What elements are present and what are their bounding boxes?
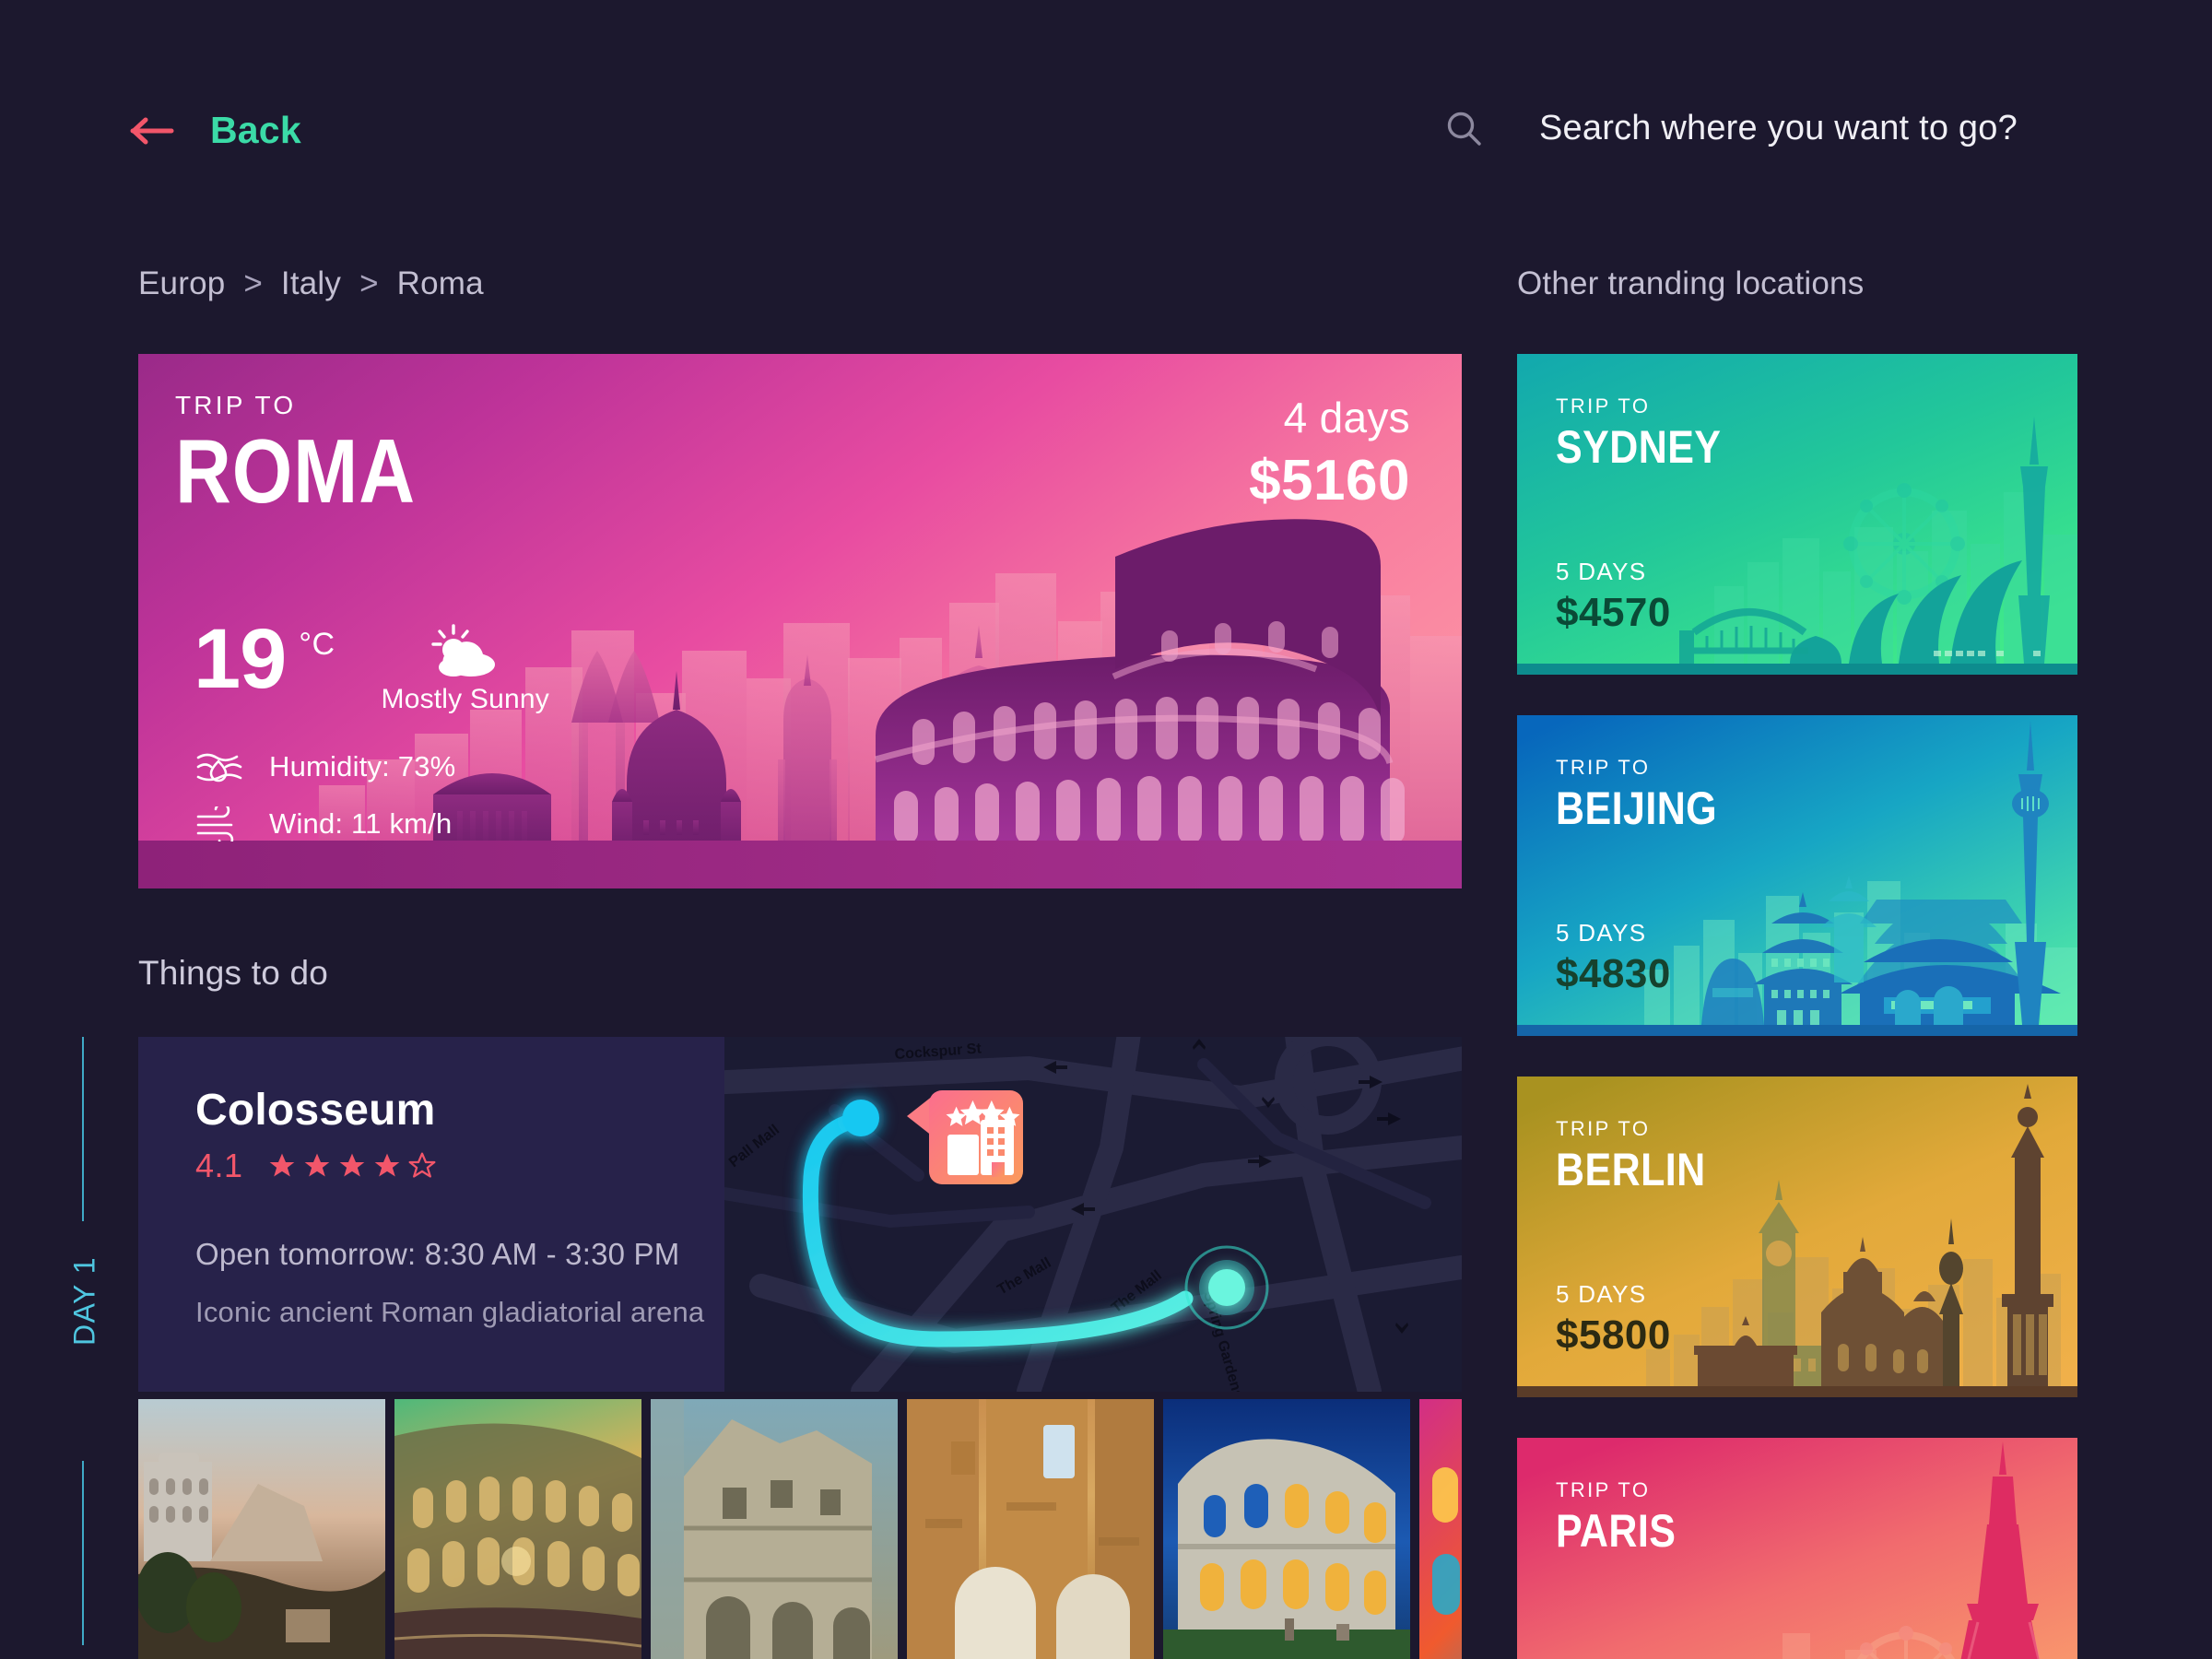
star-filled-icon	[339, 1153, 364, 1177]
trending-card-berlin[interactable]: TRIP TO BERLIN 5 DAYS $5800	[1517, 1077, 2077, 1397]
search-input[interactable]	[1539, 109, 2092, 148]
thing-to-do-card[interactable]: Cockspur St Pall Mall The Mall The Mall …	[138, 1037, 1462, 1392]
breadcrumb-item-italy[interactable]: Italy	[281, 265, 341, 301]
hero-price-block: 4 days $5160	[1249, 393, 1410, 513]
city-name: SYDNEY	[1556, 421, 1722, 473]
price: $4830	[1556, 951, 1671, 996]
price: $4570	[1556, 590, 1671, 635]
star-outline-icon	[408, 1152, 436, 1178]
trending-card-title-sydney: TRIP TO SYDNEY	[1556, 394, 1748, 474]
rating-row: 4.1	[195, 1147, 704, 1185]
top-bar: Back	[0, 0, 2212, 212]
trending-heading: Other tranding locations	[1517, 265, 1865, 301]
route-end-marker	[1208, 1269, 1245, 1306]
trending-card-price-sydney: 5 DAYS $4570	[1556, 558, 1671, 636]
hero-price: $5160	[1249, 449, 1410, 512]
city-name: BERLIN	[1556, 1144, 1706, 1195]
trending-card-title-paris: TRIP TO PARIS	[1556, 1478, 1696, 1558]
day-label: DAY 1	[67, 1255, 101, 1347]
rating-value: 4.1	[195, 1147, 243, 1184]
breadcrumb: Europ > Italy > Roma	[138, 265, 484, 302]
list-item[interactable]	[651, 1399, 898, 1659]
star-filled-icon	[374, 1153, 399, 1177]
trending-card-beijing[interactable]: TRIP TO BEIJING 5 DAYS $4830	[1517, 715, 2077, 1036]
temperature-value: 19	[194, 612, 287, 706]
place-name: Colosseum	[195, 1086, 436, 1135]
rail-line-bottom	[82, 1461, 84, 1645]
hero-ground-strip	[138, 841, 1462, 888]
trending-card-sydney[interactable]: TRIP TO SYDNEY 5 DAYS $4570	[1517, 354, 2077, 675]
hero-city-name: ROMA	[175, 420, 416, 522]
trending-card-title-berlin: TRIP TO BERLIN	[1556, 1117, 1730, 1196]
breadcrumb-separator: >	[243, 265, 263, 301]
hero-title-block: TRIP TO ROMA	[175, 391, 454, 516]
list-item[interactable]	[138, 1399, 385, 1659]
trending-card-price-berlin: 5 DAYS $5800	[1556, 1280, 1671, 1359]
search-icon[interactable]	[1445, 110, 1484, 148]
hero-duration: 4 days	[1283, 394, 1410, 441]
duration: 5 DAYS	[1556, 919, 1647, 947]
condition-block: Mostly Sunny	[382, 621, 549, 715]
travel-app-screen: Back Europ > Italy > Roma	[0, 0, 2212, 1659]
route-map[interactable]: Cockspur St Pall Mall The Mall The Mall …	[724, 1037, 1462, 1392]
star-filled-icon	[269, 1153, 294, 1177]
duration: 5 DAYS	[1556, 1280, 1647, 1308]
opening-hours: Open tomorrow: 8:30 AM - 3:30 PM	[195, 1237, 680, 1271]
temperature-unit: °C	[299, 627, 335, 662]
hero-trip-to-label: TRIP TO	[175, 391, 297, 419]
temperature-block: 19 °C	[194, 612, 335, 706]
city-name: BEIJING	[1556, 782, 1718, 834]
price: $5800	[1556, 1312, 1671, 1358]
list-item[interactable]	[394, 1399, 641, 1659]
route-start-marker	[842, 1100, 879, 1136]
duration: 5 DAYS	[1556, 558, 1647, 585]
trip-to-label: TRIP TO	[1556, 756, 1651, 779]
photo-thumbnail-strip[interactable]	[138, 1399, 1462, 1659]
wind-label: Wind: 11 km/h	[269, 807, 453, 840]
rail-line-top	[82, 1037, 84, 1221]
things-to-do-heading: Things to do	[138, 954, 329, 992]
weather-block: 19 °C Mostly Sunny Humidity: 73% Wind: 1…	[194, 612, 549, 842]
day-rail: DAY 1	[66, 1037, 101, 1645]
sun-behind-cloud-icon	[382, 621, 549, 678]
thing-to-do-info: Colosseum 4.1 Open tomorrow: 8:30 AM - 3…	[195, 1085, 704, 1329]
place-description: Iconic ancient Roman gladiatorial arena	[195, 1296, 705, 1328]
city-name: PARIS	[1556, 1505, 1677, 1557]
trip-to-label: TRIP TO	[1556, 1478, 1651, 1501]
trending-card-price-beijing: 5 DAYS $4830	[1556, 919, 1671, 997]
trending-card-paris[interactable]: TRIP TO PARIS 5 DAYS	[1517, 1438, 2077, 1659]
trip-to-label: TRIP TO	[1556, 394, 1651, 418]
breadcrumb-separator: >	[359, 265, 379, 301]
trending-card-title-beijing: TRIP TO BEIJING	[1556, 756, 1744, 835]
arrow-left-icon	[129, 115, 175, 147]
condition-label: Mostly Sunny	[381, 684, 549, 714]
breadcrumb-item-roma[interactable]: Roma	[397, 265, 484, 301]
star-filled-icon	[304, 1153, 329, 1177]
list-item[interactable]	[1163, 1399, 1410, 1659]
back-label: Back	[210, 109, 301, 151]
breadcrumb-item-europ[interactable]: Europ	[138, 265, 225, 301]
wind-icon	[194, 806, 245, 842]
humidity-label: Humidity: 73%	[269, 750, 456, 782]
humidity-icon	[194, 748, 245, 785]
list-item[interactable]	[1419, 1399, 1462, 1659]
trip-to-label: TRIP TO	[1556, 1117, 1651, 1140]
search-bar[interactable]	[1445, 109, 2092, 148]
star-rating	[267, 1151, 437, 1181]
list-item[interactable]	[907, 1399, 1154, 1659]
back-button[interactable]: Back	[129, 109, 301, 152]
